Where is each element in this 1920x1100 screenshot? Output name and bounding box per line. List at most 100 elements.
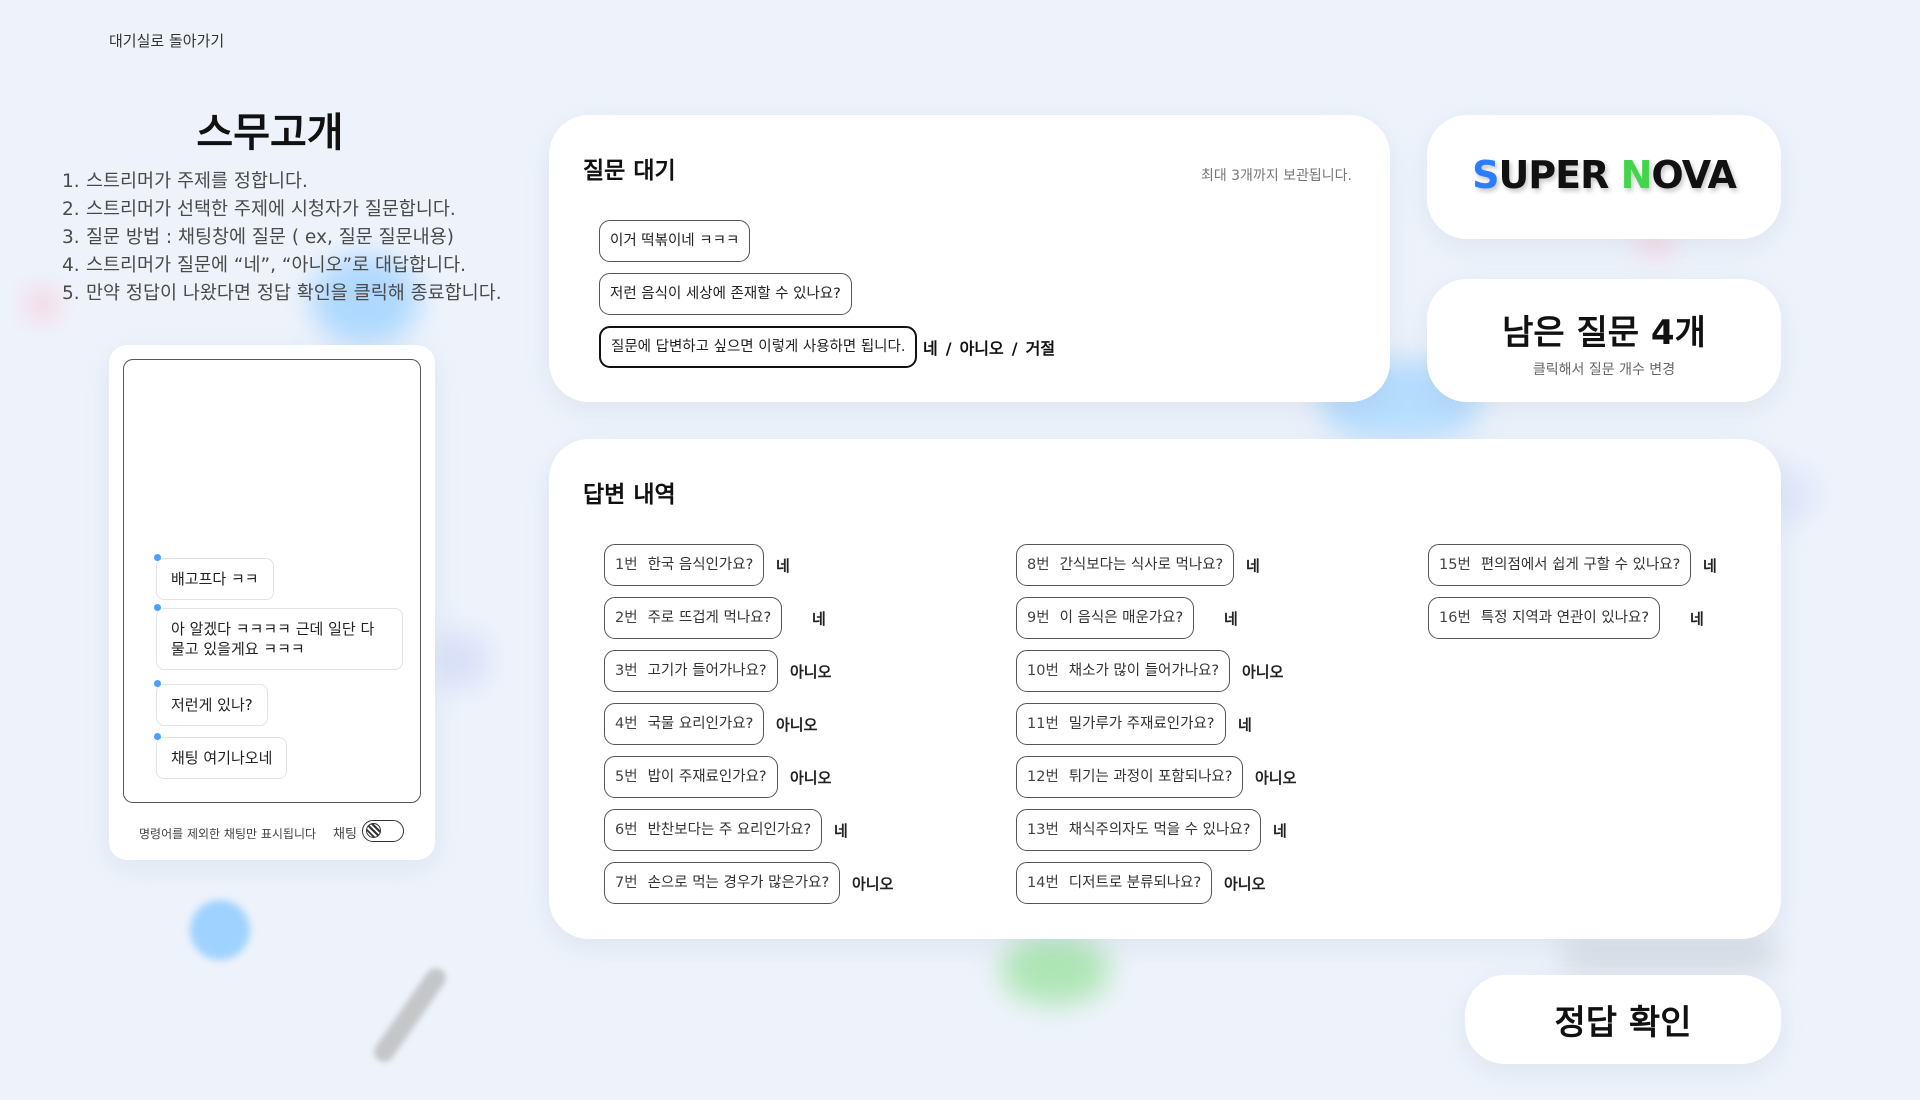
history-question-text: 채식주의자도 먹을 수 있나요?	[1068, 822, 1251, 838]
back-to-lobby-link[interactable]: 대기실로 돌아가기	[109, 30, 224, 51]
history-question-text: 간식보다는 식사로 먹나요?	[1059, 557, 1224, 573]
rule-text: 만약 정답이 나왔다면 정답 확인을 클릭해 종료합니다.	[86, 283, 502, 304]
history-question: 6번 반찬보다는 주 요리인가요?	[604, 809, 823, 851]
remaining-questions-title: 남은 질문 4개	[1502, 313, 1706, 353]
answer-yes-button[interactable]: 네	[923, 339, 938, 358]
brand-card: SUPER NOVA	[1427, 115, 1781, 239]
history-question: 10번 채소가 많이 들어가나요?	[1016, 650, 1231, 692]
rule-item: 5. 만약 정답이 나왔다면 정답 확인을 클릭해 종료합니다.	[62, 280, 502, 308]
option-separator: /	[945, 339, 952, 358]
history-question-number: 7번	[615, 875, 638, 891]
history-answer: 아니오	[1242, 663, 1284, 681]
rule-text: 스트리머가 질문에 “네”, “아니오”로 대답합니다.	[86, 255, 466, 276]
history-question: 11번 밀가루가 주재료인가요?	[1016, 703, 1226, 745]
chat-filter-note: 명령어를 제외한 채팅만 표시됩니다	[139, 827, 317, 841]
reject-button[interactable]: 거절	[1026, 339, 1055, 358]
history-answer: 아니오	[1255, 769, 1297, 787]
rule-number: 5.	[62, 283, 80, 304]
chat-message: 저런게 있나?	[154, 680, 268, 726]
history-question-number: 16번	[1439, 610, 1471, 626]
history-question: 3번 고기가 들어가나요?	[604, 650, 778, 692]
history-question: 14번 디저트로 분류되나요?	[1016, 862, 1213, 904]
history-question-number: 4번	[615, 716, 638, 732]
queued-question[interactable]: 이거 떡볶이네 ㅋㅋㅋ	[599, 220, 751, 262]
rule-item: 1. 스트리머가 주제를 정합니다.	[62, 168, 502, 196]
chat-message-text: 배고프다 ㅋㅋ	[171, 570, 259, 588]
history-question-number: 12번	[1027, 769, 1059, 785]
chat-message: 채팅 여기나오네	[154, 733, 288, 779]
rule-text: 질문 방법 : 채팅창에 질문 ( ex, 질문 질문내용)	[86, 227, 454, 248]
history-answer: 네	[776, 557, 790, 575]
history-question-number: 5번	[615, 769, 638, 785]
rule-number: 3.	[62, 227, 80, 248]
brand-logo: SUPER NOVA	[1427, 153, 1781, 197]
history-question-number: 3번	[615, 663, 638, 679]
bg-blob	[1000, 935, 1110, 1005]
history-question-text: 국물 요리인가요?	[647, 716, 754, 732]
history-question-number: 11번	[1027, 716, 1059, 732]
history-question-number: 8번	[1027, 557, 1050, 573]
answer-options: 네 / 아니오 / 거절	[923, 335, 1055, 359]
history-question: 8번 간식보다는 식사로 먹나요?	[1016, 544, 1235, 586]
queue-note: 최대 3개까지 보관됩니다.	[1200, 168, 1352, 184]
history-question-text: 손으로 먹는 경우가 많은가요?	[647, 875, 830, 891]
queued-question-selected[interactable]: 질문에 답변하고 싶으면 이렇게 사용하면 됩니다.	[599, 326, 918, 368]
history-question-text: 반찬보다는 주 요리인가요?	[647, 822, 812, 838]
history-answer: 네	[1690, 610, 1704, 628]
history-question-text: 고기가 들어가나요?	[647, 663, 767, 679]
history-question: 16번 특정 지역과 연관이 있나요?	[1428, 597, 1661, 639]
chat-message-text: 저런게 있나?	[171, 696, 253, 714]
answer-no-button[interactable]: 아니오	[960, 339, 1004, 358]
chat-message-text: 아 알겠다 ㅋㅋㅋㅋ 근데 일단 다물고 있을게요 ㅋㅋㅋ	[171, 620, 375, 658]
history-answer: 아니오	[1224, 875, 1266, 893]
rule-number: 4.	[62, 255, 80, 276]
history-question: 15번 편의점에서 쉽게 구할 수 있나요?	[1428, 544, 1692, 586]
option-separator: /	[1011, 339, 1018, 358]
chat-log[interactable]: 배고프다 ㅋㅋ 아 알겠다 ㅋㅋㅋㅋ 근데 일단 다물고 있을게요 ㅋㅋㅋ 저런…	[123, 359, 421, 803]
chat-toggle[interactable]	[362, 820, 404, 842]
brand-letter-n: N	[1620, 153, 1653, 197]
queue-title: 질문 대기	[583, 158, 676, 184]
history-answer: 아니오	[852, 875, 894, 893]
history-question-number: 1번	[615, 557, 638, 573]
answer-history-panel: 답변 내역 1번 한국 음식인가요? 네 2번 주로 뜨겁게 먹나요? 네 3번 고기가 들어…	[549, 439, 1781, 939]
history-answer: 네	[1246, 557, 1260, 575]
history-answer: 네	[1224, 610, 1238, 628]
queued-question[interactable]: 저런 음식이 세상에 존재할 수 있나요?	[599, 273, 852, 315]
chat-message: 아 알겠다 ㅋㅋㅋㅋ 근데 일단 다물고 있을게요 ㅋㅋㅋ	[154, 604, 403, 670]
brand-text: OVA	[1651, 153, 1737, 197]
history-question-text: 주로 뜨겁게 먹나요?	[647, 610, 772, 626]
rule-item: 4. 스트리머가 질문에 “네”, “아니오”로 대답합니다.	[62, 252, 502, 280]
history-question: 13번 채식주의자도 먹을 수 있나요?	[1016, 809, 1262, 851]
history-question-number: 6번	[615, 822, 638, 838]
chat-message: 배고프다 ㅋㅋ	[154, 554, 274, 600]
game-title: 스무고개	[196, 110, 344, 156]
history-question: 5번 밥이 주재료인가요?	[604, 756, 778, 798]
remaining-questions-button[interactable]: 남은 질문 4개 클릭해서 질문 개수 변경	[1427, 279, 1781, 402]
confirm-answer-button[interactable]: 정답 확인	[1465, 975, 1781, 1064]
history-question-text: 밥이 주재료인가요?	[647, 769, 767, 785]
chat-panel: 배고프다 ㅋㅋ 아 알겠다 ㅋㅋㅋㅋ 근데 일단 다물고 있을게요 ㅋㅋㅋ 저런…	[109, 345, 435, 860]
history-question: 1번 한국 음식인가요?	[604, 544, 765, 586]
history-question: 2번 주로 뜨겁게 먹나요?	[604, 597, 783, 639]
history-question-text: 이 음식은 매운가요?	[1059, 610, 1184, 626]
history-answer: 아니오	[790, 769, 832, 787]
chat-dot-icon	[154, 733, 161, 740]
chat-toggle-label: 채팅	[333, 827, 357, 842]
chat-dot-icon	[154, 604, 161, 611]
bg-blob	[28, 290, 56, 318]
brand-letter-s: S	[1472, 153, 1499, 197]
history-question-number: 13번	[1027, 822, 1059, 838]
history-question: 12번 튀기는 과정이 포함되나요?	[1016, 756, 1244, 798]
history-question: 7번 손으로 먹는 경우가 많은가요?	[604, 862, 841, 904]
history-question: 4번 국물 요리인가요?	[604, 703, 765, 745]
history-question-text: 튀기는 과정이 포함되나요?	[1068, 769, 1233, 785]
history-question: 9번 이 음식은 매운가요?	[1016, 597, 1195, 639]
rule-item: 2. 스트리머가 선택한 주제에 시청자가 질문합니다.	[62, 196, 502, 224]
history-question-number: 2번	[615, 610, 638, 626]
rule-number: 2.	[62, 199, 80, 220]
history-question-number: 14번	[1027, 875, 1059, 891]
history-question-text: 편의점에서 쉽게 구할 수 있나요?	[1480, 557, 1681, 573]
history-answer: 네	[1238, 716, 1252, 734]
chat-dot-icon	[154, 680, 161, 687]
